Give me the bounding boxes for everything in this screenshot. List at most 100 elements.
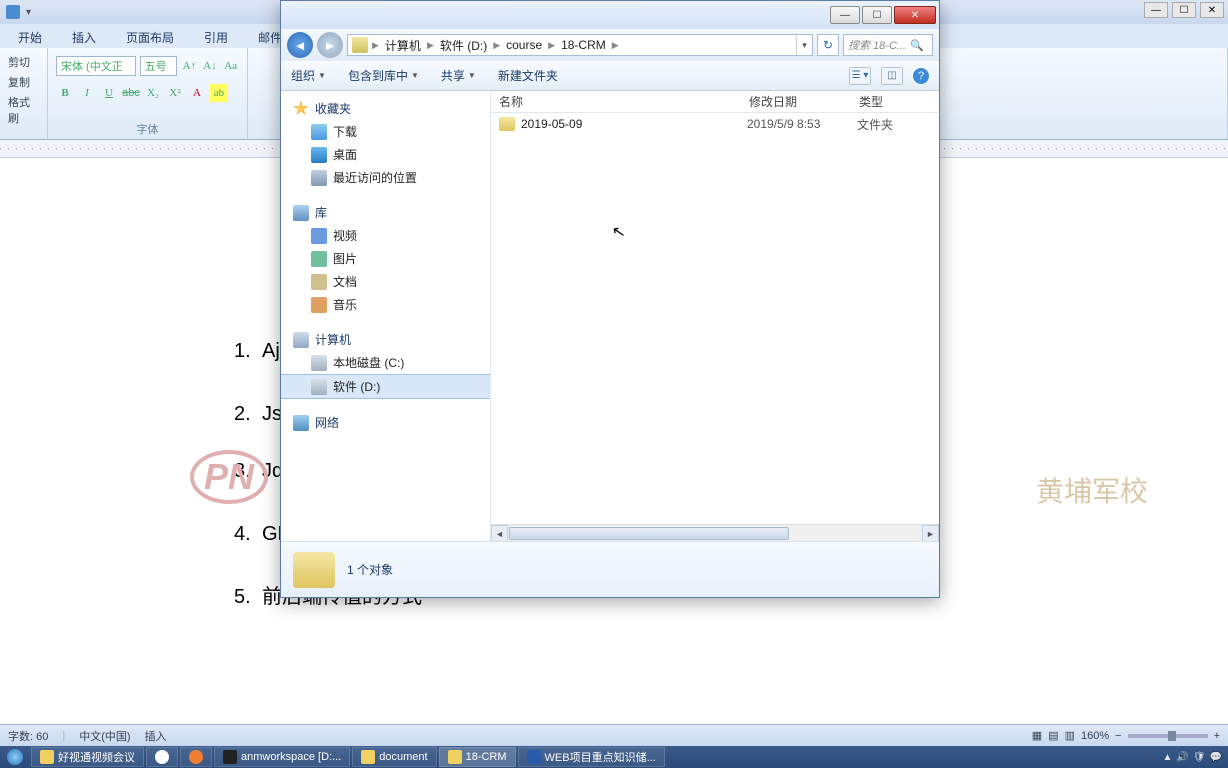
app-icon bbox=[40, 750, 54, 764]
file-list-pane: 名称 修改日期 类型 2019-05-09 2019/5/9 8:53 文件夹 … bbox=[491, 91, 939, 541]
document-icon bbox=[311, 274, 327, 290]
scroll-thumb[interactable] bbox=[509, 527, 789, 540]
scroll-right-icon[interactable]: ► bbox=[922, 525, 939, 541]
nav-computer[interactable]: 计算机 bbox=[281, 328, 490, 351]
shrink-font-icon[interactable]: A↓ bbox=[202, 57, 219, 75]
breadcrumb-item[interactable]: 计算机 bbox=[379, 37, 427, 54]
tray-icon[interactable]: ▲ bbox=[1162, 752, 1172, 763]
nav-libraries[interactable]: 库 bbox=[281, 201, 490, 224]
nav-item-documents[interactable]: 文档 bbox=[281, 270, 490, 293]
nav-item-downloads[interactable]: 下载 bbox=[281, 120, 490, 143]
share-button[interactable]: 共享▼ bbox=[441, 67, 476, 84]
organize-button[interactable]: 组织▼ bbox=[291, 67, 326, 84]
nav-item-desktop[interactable]: 桌面 bbox=[281, 143, 490, 166]
nav-favorites[interactable]: 收藏夹 bbox=[281, 97, 490, 120]
back-button[interactable]: ◄ bbox=[287, 32, 313, 58]
word-count-label[interactable]: 字数: 60 bbox=[8, 728, 48, 744]
explorer-nav: ◄ ► ▶ 计算机▶ 软件 (D:)▶ course▶ 18-CRM▶ ▾ ↻ … bbox=[281, 29, 939, 61]
breadcrumb-item[interactable]: course bbox=[500, 38, 548, 52]
change-case-icon[interactable]: Aa bbox=[222, 57, 239, 75]
italic-button[interactable]: I bbox=[78, 84, 96, 102]
breadcrumb-dropdown[interactable]: ▾ bbox=[796, 35, 812, 55]
start-button[interactable] bbox=[0, 746, 30, 768]
refresh-button[interactable]: ↻ bbox=[817, 34, 839, 56]
tab-insert[interactable]: 插入 bbox=[66, 27, 102, 48]
minimize-button[interactable]: — bbox=[830, 6, 860, 24]
nav-item-drive-d[interactable]: 软件 (D:) bbox=[281, 374, 490, 399]
breadcrumb-item[interactable]: 18-CRM bbox=[555, 38, 612, 52]
view-mode-button[interactable]: ☰ ▾ bbox=[849, 67, 871, 85]
zoom-out-button[interactable]: − bbox=[1115, 730, 1121, 742]
tab-references[interactable]: 引用 bbox=[198, 27, 234, 48]
taskbar-item[interactable] bbox=[146, 747, 178, 767]
view-web-icon[interactable]: ▥ bbox=[1065, 729, 1075, 742]
zoom-in-button[interactable]: + bbox=[1214, 730, 1220, 742]
word-close-button[interactable]: ✕ bbox=[1200, 2, 1224, 18]
library-icon bbox=[293, 205, 309, 221]
taskbar-item[interactable]: WEB项目重点知识储... bbox=[518, 747, 665, 767]
app-icon bbox=[155, 750, 169, 764]
view-read-icon[interactable]: ▤ bbox=[1048, 729, 1058, 742]
new-folder-button[interactable]: 新建文件夹 bbox=[498, 67, 558, 84]
language-button[interactable]: 中文(中国) bbox=[79, 728, 130, 744]
taskbar-item[interactable]: document bbox=[352, 747, 436, 767]
picture-icon bbox=[311, 251, 327, 267]
subscript-button[interactable]: X₂ bbox=[144, 84, 162, 102]
col-type[interactable]: 类型 bbox=[851, 93, 939, 110]
breadcrumb-item[interactable]: 软件 (D:) bbox=[434, 37, 493, 54]
nav-item-recent[interactable]: 最近访问的位置 bbox=[281, 166, 490, 189]
font-color-button[interactable]: A bbox=[188, 84, 206, 102]
bold-button[interactable]: B bbox=[56, 84, 74, 102]
taskbar-item[interactable]: 18-CRM bbox=[439, 747, 516, 767]
nav-item-videos[interactable]: 视频 bbox=[281, 224, 490, 247]
explorer-titlebar[interactable]: — ☐ ✕ bbox=[281, 1, 939, 29]
zoom-slider[interactable] bbox=[1128, 734, 1208, 738]
search-icon: 🔍 bbox=[910, 39, 924, 52]
underline-button[interactable]: U bbox=[100, 84, 118, 102]
nav-item-drive-c[interactable]: 本地磁盘 (C:) bbox=[281, 351, 490, 374]
taskbar-item[interactable]: anmworkspace [D:... bbox=[214, 747, 350, 767]
nav-item-music[interactable]: 音乐 bbox=[281, 293, 490, 316]
tray-icon[interactable]: 💬 bbox=[1210, 752, 1222, 763]
col-name[interactable]: 名称 bbox=[491, 93, 741, 110]
taskbar-item[interactable] bbox=[180, 747, 212, 767]
breadcrumb[interactable]: ▶ 计算机▶ 软件 (D:)▶ course▶ 18-CRM▶ ▾ bbox=[347, 34, 813, 56]
qat-dropdown-icon[interactable]: ▾ bbox=[26, 7, 31, 18]
help-icon[interactable]: ? bbox=[913, 68, 929, 84]
nav-item-pictures[interactable]: 图片 bbox=[281, 247, 490, 270]
copy-button[interactable]: 复制 bbox=[8, 74, 39, 90]
scroll-left-icon[interactable]: ◄ bbox=[491, 525, 508, 541]
music-icon bbox=[311, 297, 327, 313]
col-modified[interactable]: 修改日期 bbox=[741, 93, 851, 110]
maximize-button[interactable]: ☐ bbox=[862, 6, 892, 24]
column-headers: 名称 修改日期 类型 bbox=[491, 91, 939, 113]
tray-icon[interactable]: 🛡 bbox=[1193, 752, 1206, 763]
format-painter-button[interactable]: 格式刷 bbox=[8, 94, 39, 126]
superscript-button[interactable]: X² bbox=[166, 84, 184, 102]
forward-button[interactable]: ► bbox=[317, 32, 343, 58]
include-library-button[interactable]: 包含到库中▼ bbox=[348, 67, 419, 84]
zoom-level[interactable]: 160% bbox=[1081, 730, 1109, 742]
strike-button[interactable]: abc bbox=[122, 84, 140, 102]
grow-font-icon[interactable]: A↑ bbox=[181, 57, 198, 75]
tab-layout[interactable]: 页面布局 bbox=[120, 27, 180, 48]
close-button[interactable]: ✕ bbox=[894, 6, 936, 24]
highlight-button[interactable]: ab bbox=[210, 84, 228, 102]
cut-button[interactable]: 剪切 bbox=[8, 54, 39, 70]
tab-home[interactable]: 开始 bbox=[12, 27, 48, 48]
system-tray[interactable]: ▲ 🔊 🛡 💬 bbox=[1156, 752, 1228, 763]
word-minimize-button[interactable]: — bbox=[1144, 2, 1168, 18]
view-print-icon[interactable]: ▦ bbox=[1032, 729, 1042, 742]
app-icon bbox=[527, 750, 541, 764]
taskbar-item[interactable]: 好视通视频会议 bbox=[31, 747, 144, 767]
word-maximize-button[interactable]: ☐ bbox=[1172, 2, 1196, 18]
search-input[interactable]: 搜索 18-C... 🔍 bbox=[843, 34, 933, 56]
insert-mode[interactable]: 插入 bbox=[145, 728, 167, 744]
font-size-select[interactable]: 五号 bbox=[140, 56, 177, 76]
tray-icon[interactable]: 🔊 bbox=[1176, 752, 1188, 763]
preview-pane-button[interactable]: ◫ bbox=[881, 67, 903, 85]
nav-network[interactable]: 网络 bbox=[281, 411, 490, 434]
font-name-select[interactable]: 宋体 (中文正 bbox=[56, 56, 136, 76]
file-row[interactable]: 2019-05-09 2019/5/9 8:53 文件夹 bbox=[491, 113, 939, 135]
horizontal-scrollbar[interactable]: ◄ ► bbox=[491, 524, 939, 541]
